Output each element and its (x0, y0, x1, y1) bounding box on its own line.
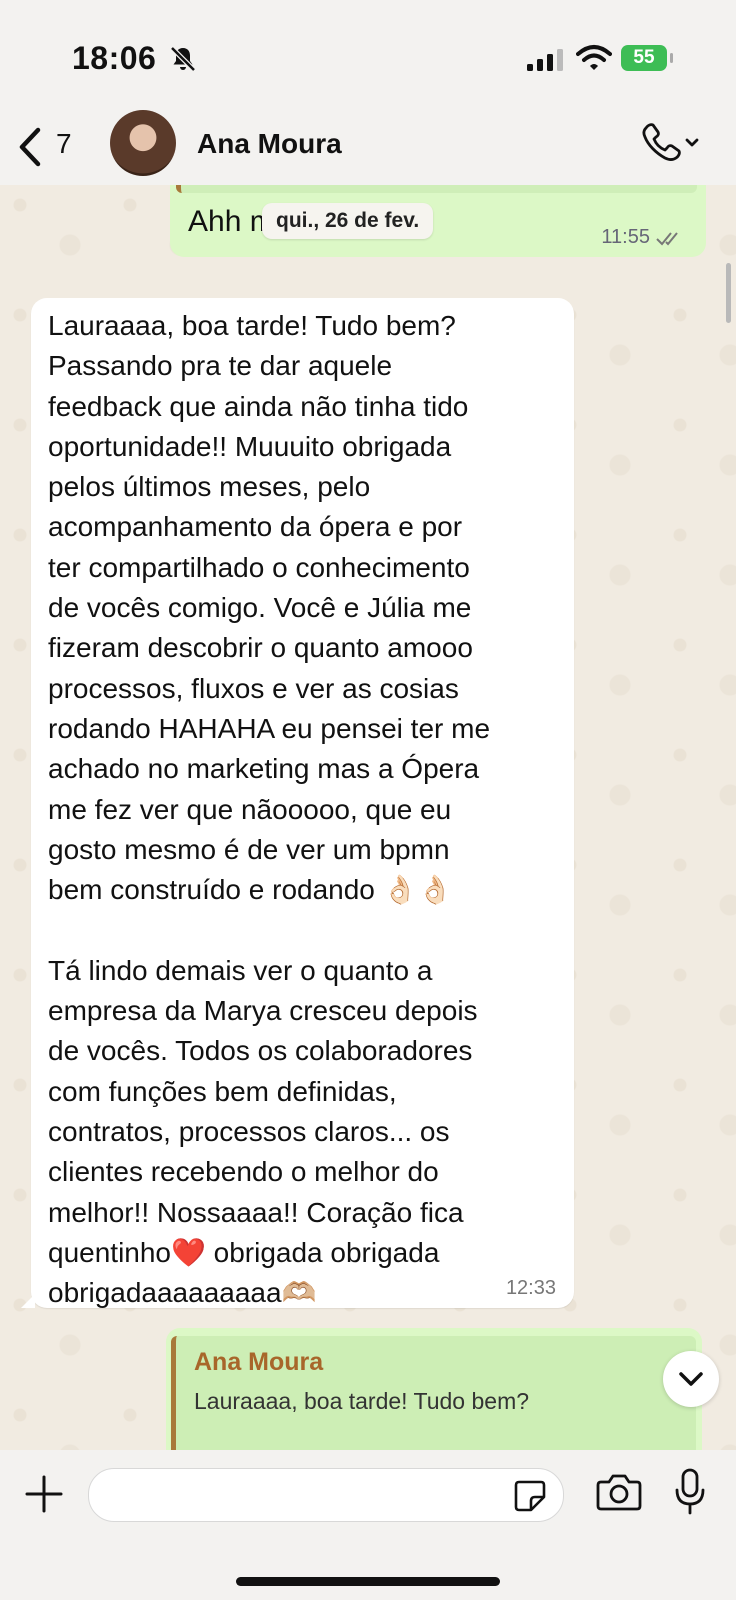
message-time: 11:55 (601, 226, 650, 248)
status-bar: 18:06 55 (0, 0, 736, 110)
outgoing-message[interactable]: Ahh menos mal! 11:55 (170, 185, 706, 257)
scroll-to-bottom-button[interactable] (663, 1351, 719, 1407)
signal-icon (527, 49, 563, 71)
composer-bar (0, 1450, 736, 1600)
bell-slash-icon (170, 46, 196, 72)
back-chevron-icon[interactable] (14, 126, 44, 168)
scroll-indicator[interactable] (726, 263, 731, 323)
message-input[interactable] (105, 1475, 489, 1515)
message-text: Lauraaaa, boa tarde! Tudo bem? Passando … (48, 310, 491, 1309)
plus-icon[interactable] (24, 1474, 64, 1514)
message-meta: 11:55 (601, 226, 684, 249)
wifi-icon (576, 45, 612, 70)
chat-area[interactable]: Ahh menos mal! 11:55 qui., 26 de fev. La… (0, 185, 736, 1450)
contact-name[interactable]: Ana Moura (197, 128, 342, 160)
phone-icon[interactable] (638, 120, 700, 166)
quoted-sender: Ana Moura (194, 1348, 324, 1376)
message-input-wrapper[interactable] (88, 1468, 564, 1522)
unread-count[interactable]: 7 (56, 128, 72, 160)
date-chip: qui., 26 de fev. (262, 203, 434, 239)
chevron-down-icon (679, 1372, 703, 1386)
quoted-reply (176, 185, 697, 193)
home-indicator (236, 1577, 500, 1586)
double-check-icon (656, 231, 678, 245)
battery-level: 55 (633, 47, 655, 68)
quoted-message[interactable]: Ana Moura Lauraaaa, boa tarde! Tudo bem? (171, 1336, 696, 1450)
incoming-message[interactable]: Lauraaaa, boa tarde! Tudo bem? Passando … (21, 298, 574, 1308)
avatar[interactable] (110, 110, 176, 176)
quoted-text: Lauraaaa, boa tarde! Tudo bem? (194, 1388, 530, 1414)
camera-icon[interactable] (596, 1472, 642, 1512)
outgoing-reply-message[interactable]: Ana Moura Lauraaaa, boa tarde! Tudo bem? (166, 1328, 702, 1450)
chat-header: 7 Ana Moura (0, 110, 736, 185)
battery-indicator: 55 (621, 45, 673, 71)
status-time: 18:06 (72, 40, 157, 76)
microphone-icon[interactable] (674, 1468, 706, 1516)
sticker-icon[interactable] (513, 1479, 547, 1513)
message-time: 12:33 (505, 1277, 556, 1299)
